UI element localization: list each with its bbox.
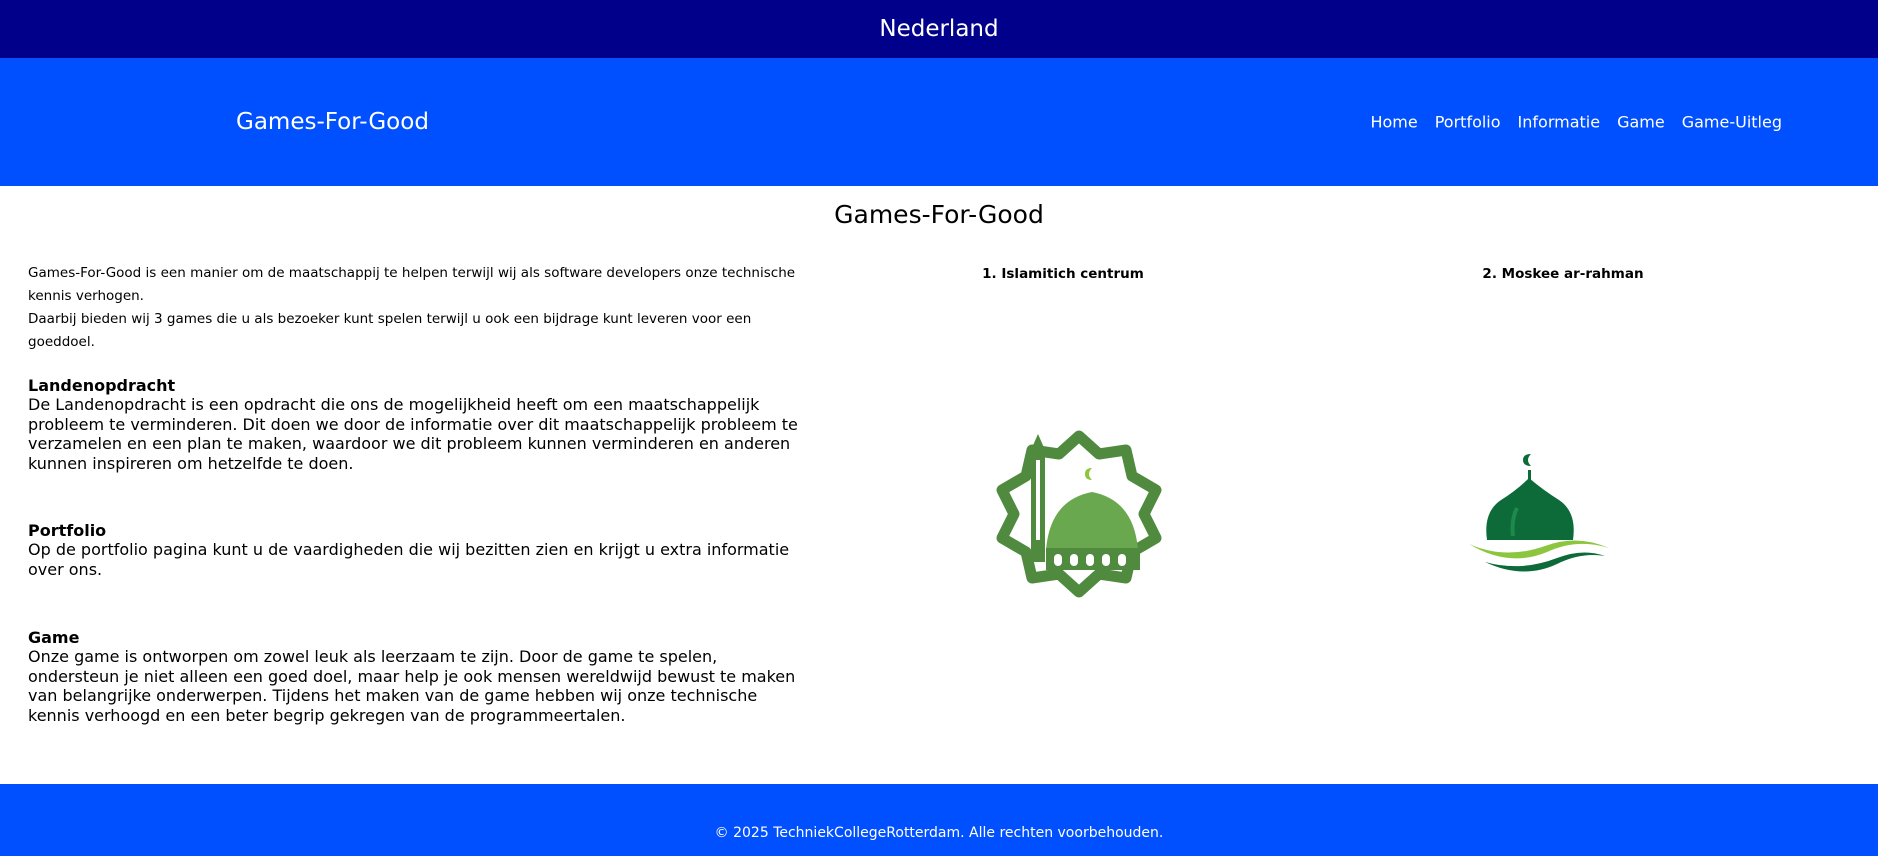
section-text: Onze game is ontworpen om zowel leuk als… [28, 647, 796, 725]
nav-item-portfolio: Portfolio [1435, 113, 1501, 132]
charity-card-2[interactable]: 2. Moskee ar-rahman [1403, 266, 1723, 282]
section-heading: Game [28, 628, 80, 647]
top-banner: Nederland [0, 0, 1878, 58]
intro-text-1: Games-For-Good is een manier om de maats… [28, 265, 796, 304]
nav-item-game-uitleg: Game-Uitleg [1682, 113, 1782, 132]
nav-item-game: Game [1617, 113, 1665, 132]
top-banner-title: Nederland [879, 16, 999, 42]
charity-card-1[interactable]: 1. Islamitich centrum [903, 266, 1223, 282]
section-heading: Portfolio [28, 521, 107, 540]
main-navbar: Games-For-Good Home Portfolio Informatie… [0, 58, 1878, 186]
section-text: Op de portfolio pagina kunt u de vaardig… [28, 540, 790, 579]
nav-link-home[interactable]: Home [1370, 113, 1417, 132]
footer-copyright: © 2025 TechniekCollegeRotterdam. Alle re… [714, 825, 1164, 841]
page-footer: © 2025 TechniekCollegeRotterdam. Alle re… [0, 784, 1878, 856]
mosque-logo-icon [996, 430, 1162, 598]
nav-link-game[interactable]: Game [1617, 113, 1665, 132]
charity-card-title: 1. Islamitich centrum [982, 266, 1144, 282]
nav-link-portfolio[interactable]: Portfolio [1435, 113, 1501, 132]
nav-item-home: Home [1370, 113, 1417, 132]
intro-text-2: Daarbij bieden wij 3 games die u als bez… [28, 311, 752, 350]
charity-card-title: 2. Moskee ar-rahman [1482, 266, 1644, 282]
section-game: Game Onze game is ontworpen om zowel leu… [28, 628, 798, 725]
section-text: De Landenopdracht is een opdracht die on… [28, 395, 798, 473]
nav-link-informatie[interactable]: Informatie [1518, 113, 1601, 132]
section-landenopdracht: Landenopdracht De Landenopdracht is een … [28, 376, 798, 473]
section-heading: Landenopdracht [28, 376, 176, 395]
nav-link-game-uitleg[interactable]: Game-Uitleg [1682, 113, 1782, 132]
dome-logo-icon [1469, 454, 1609, 572]
intro-block: Games-For-Good is een manier om de maats… [28, 262, 808, 354]
nav-item-informatie: Informatie [1518, 113, 1601, 132]
section-portfolio: Portfolio Op de portfolio pagina kunt u … [28, 521, 798, 579]
nav-links: Home Portfolio Informatie Game Game-Uitl… [1370, 113, 1782, 132]
page-title: Games-For-Good [834, 200, 1044, 229]
brand-link[interactable]: Games-For-Good [236, 109, 429, 135]
